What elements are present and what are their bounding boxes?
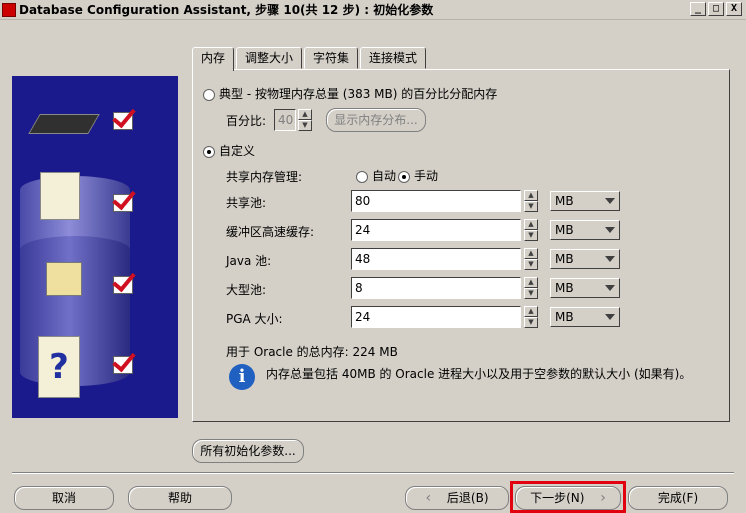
shared-pool-stepper[interactable]: ▲ ▼	[524, 190, 538, 212]
cancel-button[interactable]: 取消	[14, 486, 114, 510]
percent-stepper[interactable]: ▲ ▼	[298, 109, 312, 131]
java-pool-input[interactable]: 48	[351, 248, 521, 270]
total-memory-text: 用于 Oracle 的总内存: 224 MB	[226, 345, 398, 359]
spin-up-icon[interactable]: ▲	[524, 219, 538, 230]
step-check-icon	[113, 276, 133, 294]
info-text: 内存总量包括 40MB 的 Oracle 进程大小以及用于空参数的默认大小 (如…	[266, 367, 692, 381]
spin-down-icon[interactable]: ▼	[524, 288, 538, 299]
spin-up-icon[interactable]: ▲	[524, 248, 538, 259]
percent-input[interactable]: 40	[274, 109, 296, 131]
large-pool-stepper[interactable]: ▲ ▼	[524, 277, 538, 299]
shared-memory-mgmt-label: 共享内存管理:	[226, 170, 303, 184]
shared-pool-input[interactable]: 80	[351, 190, 521, 212]
spin-up-icon[interactable]: ▲	[524, 190, 538, 201]
memory-chip-icon	[28, 114, 100, 134]
step-check-icon	[113, 194, 133, 212]
custom-option[interactable]: 自定义	[203, 142, 255, 159]
documents-icon	[40, 172, 80, 220]
large-pool-unit-select[interactable]: MB	[550, 278, 620, 298]
chevron-down-icon	[605, 314, 615, 320]
spin-down-icon[interactable]: ▼	[524, 317, 538, 328]
spin-down-icon[interactable]: ▼	[524, 201, 538, 212]
tab-memory[interactable]: 内存	[192, 47, 235, 71]
info-icon: i	[229, 364, 255, 390]
back-label: 后退(B)	[446, 491, 489, 505]
tab-strip: 内存 调整大小 字符集 连接模式	[192, 47, 428, 71]
java-pool-unit-select[interactable]: MB	[550, 249, 620, 269]
auto-option[interactable]: 自动	[356, 167, 396, 184]
pga-size-input[interactable]: 24	[351, 306, 521, 328]
chevron-down-icon	[605, 285, 615, 291]
spin-up-icon[interactable]: ▲	[298, 109, 312, 120]
next-highlight-box	[510, 481, 626, 513]
spin-up-icon[interactable]: ▲	[524, 306, 538, 317]
manual-label: 手动	[414, 169, 439, 183]
step-check-icon	[113, 356, 133, 374]
question-document-icon: ?	[38, 336, 80, 398]
pga-size-stepper[interactable]: ▲ ▼	[524, 306, 538, 328]
unit-value: MB	[555, 310, 574, 324]
tab-connection-mode[interactable]: 连接模式	[360, 47, 427, 69]
large-pool-label: 大型池:	[226, 283, 267, 297]
typical-label: 典型 - 按物理内存总量 (383 MB) 的百分比分配内存	[219, 87, 498, 101]
java-pool-stepper[interactable]: ▲ ▼	[524, 248, 538, 270]
buffer-cache-unit-select[interactable]: MB	[550, 220, 620, 240]
typical-option[interactable]: 典型 - 按物理内存总量 (383 MB) 的百分比分配内存	[203, 85, 497, 102]
show-memory-distribution-button[interactable]: 显示内存分布...	[326, 108, 426, 132]
chevron-down-icon	[605, 227, 615, 233]
window-controls: _ □ X	[690, 2, 742, 16]
tab-charset[interactable]: 字符集	[304, 47, 359, 69]
close-button[interactable]: X	[726, 2, 742, 16]
maximize-button[interactable]: □	[708, 2, 724, 16]
large-pool-input[interactable]: 8	[351, 277, 521, 299]
shapes-icon	[46, 262, 82, 296]
chevron-down-icon	[605, 198, 615, 204]
java-pool-label: Java 池:	[226, 254, 272, 268]
spin-up-icon[interactable]: ▲	[524, 277, 538, 288]
pga-size-label: PGA 大小:	[226, 312, 283, 326]
manual-radio[interactable]	[398, 170, 410, 183]
buffer-cache-label: 缓冲区高速缓存:	[226, 225, 315, 239]
buffer-cache-stepper[interactable]: ▲ ▼	[524, 219, 538, 241]
spin-down-icon[interactable]: ▼	[298, 120, 312, 131]
pga-size-unit-select[interactable]: MB	[550, 307, 620, 327]
step-check-icon	[113, 112, 133, 130]
minimize-button[interactable]: _	[690, 2, 706, 16]
chevron-down-icon	[605, 256, 615, 262]
chevron-left-icon: ‹	[425, 490, 432, 506]
help-button[interactable]: 帮助	[128, 486, 232, 510]
finish-button[interactable]: 完成(F)	[628, 486, 728, 510]
unit-value: MB	[555, 223, 574, 237]
back-button[interactable]: ‹ 后退(B)	[405, 486, 509, 510]
auto-label: 自动	[372, 169, 397, 183]
unit-value: MB	[555, 194, 574, 208]
auto-radio[interactable]	[356, 170, 368, 183]
footer-divider	[12, 472, 734, 474]
window-title: Database Configuration Assistant, 步骤 10(…	[19, 3, 434, 17]
shared-pool-unit-select[interactable]: MB	[550, 191, 620, 211]
manual-option[interactable]: 手动	[398, 167, 438, 184]
spin-down-icon[interactable]: ▼	[524, 230, 538, 241]
unit-value: MB	[555, 281, 574, 295]
custom-radio[interactable]	[203, 145, 215, 158]
typical-radio[interactable]	[203, 88, 215, 101]
app-icon	[2, 2, 16, 17]
spin-down-icon[interactable]: ▼	[524, 259, 538, 270]
buffer-cache-input[interactable]: 24	[351, 219, 521, 241]
shared-pool-label: 共享池:	[226, 196, 267, 210]
unit-value: MB	[555, 252, 574, 266]
title-bar: Database Configuration Assistant, 步骤 10(…	[0, 0, 746, 20]
all-init-params-button[interactable]: 所有初始化参数...	[192, 439, 304, 463]
percent-label: 百分比:	[226, 114, 267, 128]
step-illustration-panel: ?	[12, 76, 178, 418]
custom-label: 自定义	[219, 144, 256, 158]
tab-sizing[interactable]: 调整大小	[236, 47, 303, 69]
